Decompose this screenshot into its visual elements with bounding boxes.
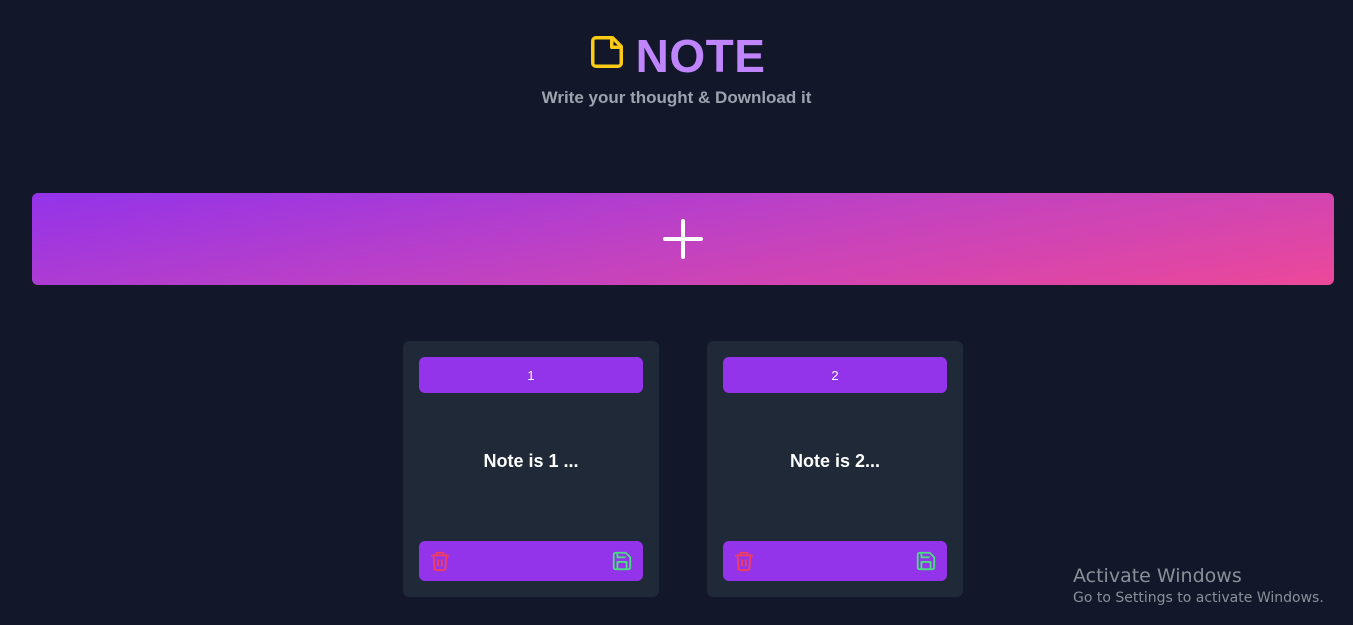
watermark-subtitle: Go to Settings to activate Windows. bbox=[1073, 590, 1324, 606]
add-note-button[interactable] bbox=[32, 193, 1334, 285]
title-row: NOTE bbox=[0, 28, 1353, 84]
floppy-disk-icon[interactable] bbox=[610, 549, 634, 573]
windows-activation-watermark: Activate Windows Go to Settings to activ… bbox=[1073, 565, 1324, 606]
page-title: NOTE bbox=[635, 30, 766, 82]
note-actions-bar bbox=[723, 541, 947, 581]
note-card: 1 Note is 1 ... bbox=[403, 341, 659, 597]
note-actions-bar bbox=[419, 541, 643, 581]
note-id-label: 2 bbox=[723, 357, 947, 393]
app-page: NOTE Write your thought & Download it 1 … bbox=[0, 0, 1353, 625]
header: NOTE Write your thought & Download it bbox=[0, 28, 1353, 108]
note-text[interactable]: Note is 2... bbox=[707, 451, 963, 472]
trash-icon[interactable] bbox=[732, 549, 756, 573]
note-text[interactable]: Note is 1 ... bbox=[403, 451, 659, 472]
plus-icon bbox=[661, 217, 705, 261]
floppy-disk-icon[interactable] bbox=[914, 549, 938, 573]
watermark-title: Activate Windows bbox=[1073, 565, 1242, 587]
trash-icon[interactable] bbox=[428, 549, 452, 573]
note-card: 2 Note is 2... bbox=[707, 341, 963, 597]
page-subtitle: Write your thought & Download it bbox=[541, 88, 812, 107]
note-id-label: 1 bbox=[419, 357, 643, 393]
sticky-note-icon bbox=[588, 33, 626, 71]
notes-list: 1 Note is 1 ... 2 Note is 2... bbox=[403, 341, 963, 597]
